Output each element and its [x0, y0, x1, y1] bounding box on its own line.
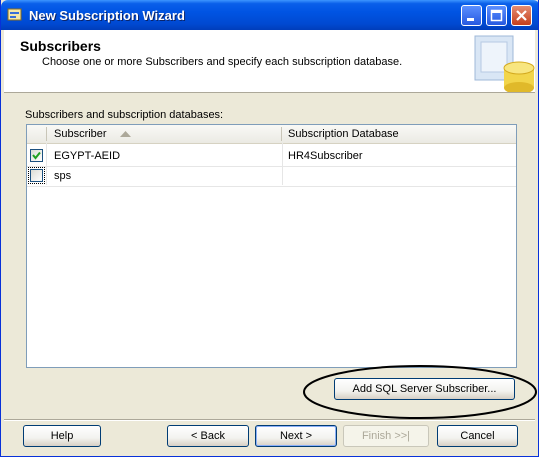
window-title: New Subscription Wizard: [29, 8, 185, 23]
title-bar[interactable]: New Subscription Wizard: [1, 0, 538, 30]
subscriber-name: EGYPT-AEID: [54, 150, 121, 162]
wizard-window: New Subscription Wizard Subscribers Choo…: [0, 0, 539, 457]
maximize-button[interactable]: [486, 5, 507, 26]
table-row[interactable]: EGYPT-AEID HR4Subscriber: [27, 146, 516, 167]
close-icon: [516, 10, 527, 21]
add-sql-server-subscriber-button[interactable]: Add SQL Server Subscriber...: [334, 378, 515, 400]
subscribers-grid[interactable]: Subscriber Subscription Database EGYPT-A…: [26, 124, 517, 368]
column-header-subscription-database[interactable]: Subscription Database: [288, 128, 399, 140]
database-graphic-icon: [474, 35, 535, 92]
maximize-icon: [490, 9, 503, 22]
back-button[interactable]: < Back: [167, 425, 249, 447]
close-button[interactable]: [511, 5, 532, 26]
wizard-header: Subscribers Choose one or more Subscribe…: [4, 30, 535, 93]
subscriber-name: sps: [54, 170, 72, 182]
subscribers-list-label: Subscribers and subscription databases:: [25, 109, 224, 121]
footer-separator: [4, 419, 535, 421]
finish-button[interactable]: Finish >>|: [343, 425, 429, 447]
subscriber-checkbox[interactable]: [30, 149, 43, 162]
table-row[interactable]: sps: [27, 166, 516, 187]
help-button[interactable]: Help: [23, 425, 101, 447]
minimize-icon: [467, 18, 474, 21]
next-button[interactable]: Next >: [255, 425, 337, 447]
page-title: Subscribers: [20, 38, 101, 54]
sort-ascending-icon: [120, 131, 131, 137]
column-header-subscriber[interactable]: Subscriber: [54, 128, 107, 140]
column-separator: [46, 127, 47, 141]
page-description: Choose one or more Subscribers and speci…: [42, 56, 403, 68]
wizard-app-icon: [7, 8, 22, 21]
checkmark-icon: [32, 151, 41, 160]
minimize-button[interactable]: [461, 5, 482, 26]
grid-header: Subscriber Subscription Database: [27, 125, 516, 144]
subscription-database[interactable]: HR4Subscriber: [288, 150, 363, 162]
cancel-button[interactable]: Cancel: [437, 425, 518, 447]
subscriber-checkbox[interactable]: [30, 169, 43, 182]
column-separator: [281, 127, 282, 141]
